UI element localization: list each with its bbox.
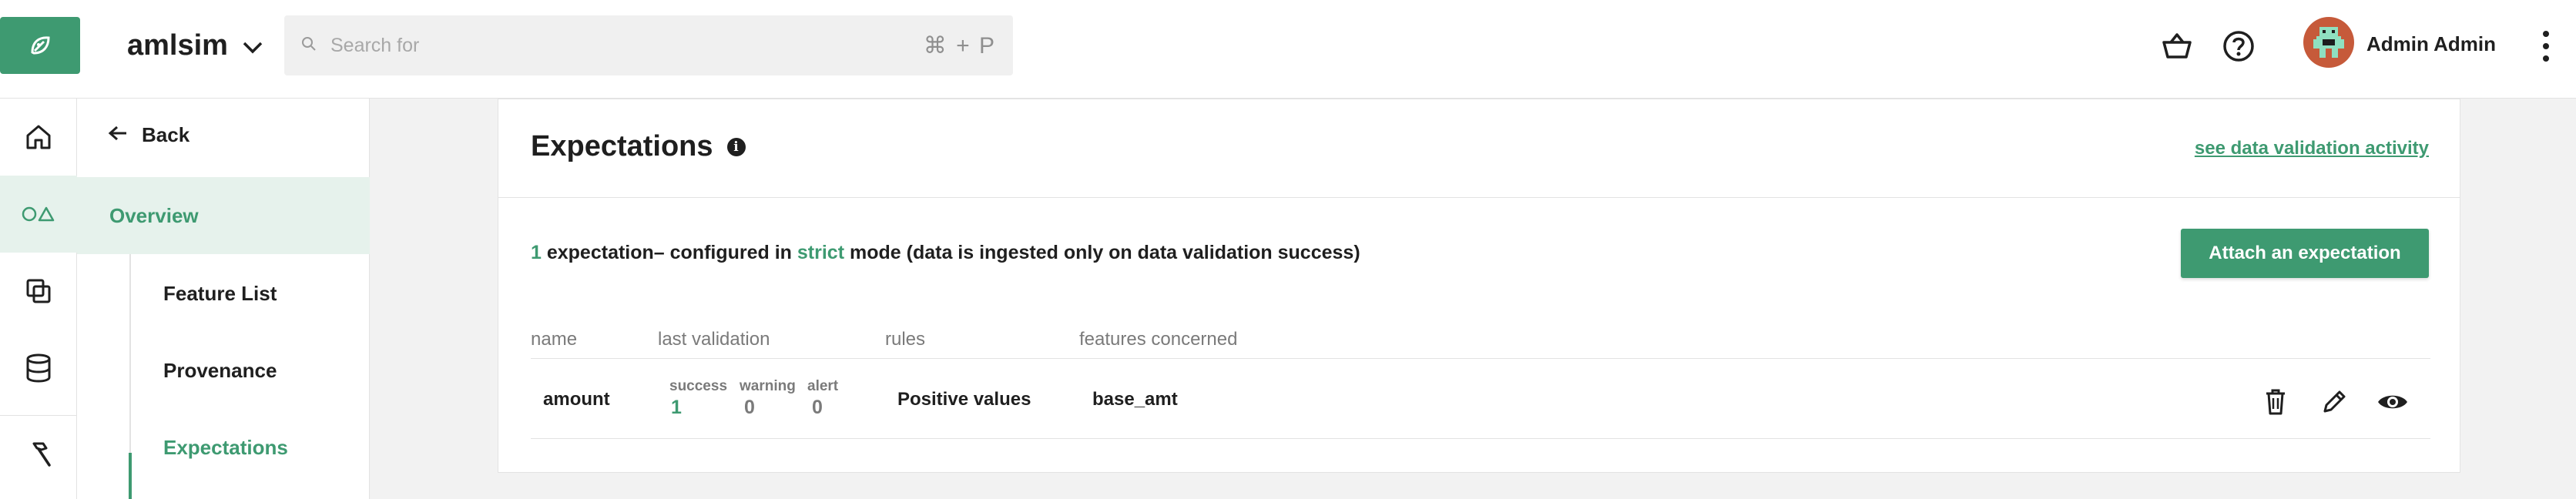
project-selector[interactable]: amlsim xyxy=(127,26,263,65)
validation-alert: alert 0 xyxy=(807,378,838,419)
user-name[interactable]: Admin Admin xyxy=(2366,32,2496,56)
expectation-count: 1 xyxy=(531,242,542,263)
help-icon[interactable] xyxy=(2220,28,2257,65)
trash-icon[interactable] xyxy=(2259,386,2292,418)
search-bar[interactable]: Search for ⌘ + P xyxy=(284,15,1013,75)
validation-success: success 1 xyxy=(669,378,727,419)
alert-count: 0 xyxy=(812,397,823,418)
expectations-summary: 1 expectation– configured in strict mode… xyxy=(531,242,1360,264)
success-label: success xyxy=(669,378,728,394)
shapes-icon[interactable] xyxy=(0,176,77,253)
column-header-features: features concerned xyxy=(1079,329,1238,350)
logo-icon[interactable] xyxy=(0,17,80,74)
subnav-active-indicator xyxy=(129,453,132,499)
expectations-panel: Expectations i see data validation activ… xyxy=(498,99,2460,473)
sidebar-item-provenance[interactable]: Provenance xyxy=(163,359,277,383)
table-row-divider xyxy=(531,438,2430,439)
table-header-divider xyxy=(531,358,2430,359)
back-button[interactable]: Back xyxy=(108,123,190,147)
search-shortcut: ⌘ + P xyxy=(923,32,996,59)
avatar-icon[interactable] xyxy=(2303,17,2354,68)
arrow-left-icon xyxy=(108,123,128,147)
project-name: amlsim xyxy=(127,28,228,62)
sub-navigation: Back Overview Feature List Provenance Ex… xyxy=(77,99,370,499)
column-header-rules: rules xyxy=(885,329,926,350)
search-input[interactable]: Search for xyxy=(330,35,924,57)
expectation-name: amount xyxy=(543,389,610,410)
summary-text-a: expectation– configured in xyxy=(541,242,797,263)
page-title: Expectations i xyxy=(531,130,746,163)
panel-header: Expectations i see data validation activ… xyxy=(498,99,2460,198)
search-icon xyxy=(301,36,317,55)
hammer-icon[interactable] xyxy=(0,416,77,493)
page-title-text: Expectations xyxy=(531,130,713,162)
alert-label: alert xyxy=(807,378,839,394)
pencil-icon[interactable] xyxy=(2318,386,2350,418)
sidebar-item-feature-list[interactable]: Feature List xyxy=(163,282,277,306)
expectation-features: base_amt xyxy=(1092,389,1178,410)
eye-icon[interactable] xyxy=(2376,386,2409,418)
chevron-down-icon xyxy=(242,29,263,62)
validation-mode: strict xyxy=(797,242,845,263)
summary-text-b: mode (data is ingested only on data vali… xyxy=(844,242,1360,263)
column-header-last-validation: last validation xyxy=(658,329,770,350)
data-validation-activity-link[interactable]: see data validation activity xyxy=(2195,138,2429,159)
kebab-menu-icon[interactable] xyxy=(2534,28,2558,65)
database-icon[interactable] xyxy=(0,330,77,407)
attach-expectation-button[interactable]: Attach an expectation xyxy=(2181,229,2429,278)
layers-icon[interactable] xyxy=(0,253,77,330)
icon-rail xyxy=(0,99,77,499)
basket-icon[interactable] xyxy=(2158,28,2195,65)
warning-label: warning xyxy=(740,378,796,394)
success-count: 1 xyxy=(671,397,682,418)
warning-count: 0 xyxy=(744,397,755,418)
validation-warning: warning 0 xyxy=(740,378,796,419)
back-label: Back xyxy=(142,123,190,146)
column-header-name: name xyxy=(531,329,578,350)
sidebar-item-expectations[interactable]: Expectations xyxy=(163,436,288,460)
sidebar-item-overview[interactable]: Overview xyxy=(77,177,370,254)
top-bar: amlsim Search for ⌘ + P Admin Admin xyxy=(0,0,2576,99)
home-icon[interactable] xyxy=(0,99,77,176)
info-icon[interactable]: i xyxy=(726,137,746,156)
expectation-rules: Positive values xyxy=(897,389,1031,410)
